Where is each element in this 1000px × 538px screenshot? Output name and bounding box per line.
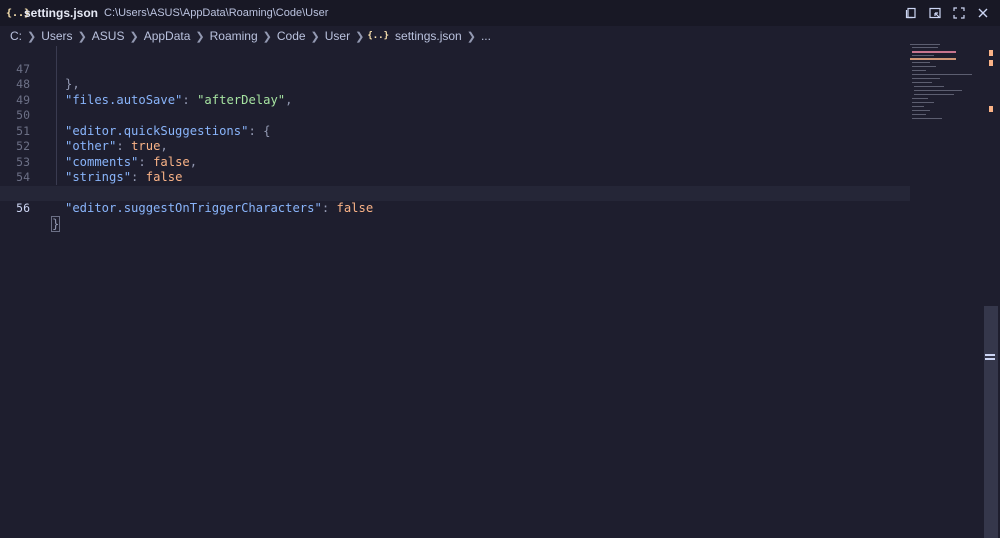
code-line: 53 "strings": false bbox=[0, 139, 910, 185]
current-line: 56 } bbox=[0, 185, 910, 232]
title-bar: {..} settings.json C:\Users\ASUS\AppData… bbox=[0, 0, 1000, 26]
close-icon[interactable] bbox=[976, 6, 990, 20]
cursor-position-marker bbox=[985, 354, 995, 360]
chevron-right-icon: ❯ bbox=[129, 30, 139, 43]
breadcrumb-item[interactable]: ASUS bbox=[90, 29, 127, 43]
code-line: 55 "editor.suggestOnTriggerCharacters": … bbox=[0, 170, 910, 216]
breadcrumb-item[interactable]: Roaming bbox=[208, 29, 260, 43]
chevron-right-icon: ❯ bbox=[195, 30, 205, 43]
title-filename: settings.json bbox=[24, 6, 99, 20]
breadcrumb-item[interactable]: C: bbox=[8, 29, 24, 43]
code-line: 52 "comments": false, bbox=[0, 124, 910, 169]
chevron-right-icon: ❯ bbox=[77, 30, 87, 43]
closing-brace: } bbox=[50, 215, 61, 232]
code-line: 50 "editor.quickSuggestions": { bbox=[0, 93, 910, 138]
json-key: "editor.suggestOnTriggerCharacters" bbox=[65, 201, 322, 215]
code-line: 49 bbox=[0, 77, 910, 107]
window-controls bbox=[904, 0, 990, 26]
maximize-icon[interactable] bbox=[952, 6, 966, 20]
scroll-marker bbox=[989, 106, 993, 112]
code-line: 51 "other": true, bbox=[0, 108, 910, 154]
chevron-right-icon: ❯ bbox=[466, 30, 476, 43]
breadcrumb-more[interactable]: ... bbox=[479, 29, 493, 43]
code-editor[interactable]: 47 }, 48 "files.autoSave": "afterDelay",… bbox=[0, 46, 910, 538]
toggle-layout-icon[interactable] bbox=[928, 6, 942, 20]
code-line: 54 }, bbox=[0, 155, 910, 200]
breadcrumb-item[interactable]: AppData bbox=[142, 29, 193, 43]
vertical-scrollbar[interactable] bbox=[984, 46, 998, 538]
json-value: false bbox=[336, 201, 374, 215]
chevron-right-icon: ❯ bbox=[27, 30, 37, 43]
chevron-right-icon: ❯ bbox=[262, 30, 272, 43]
json-file-icon: {..} bbox=[6, 7, 31, 19]
json-file-icon: {..} bbox=[367, 31, 390, 41]
breadcrumb-item[interactable]: User bbox=[323, 29, 352, 43]
code-line: 48 "files.autoSave": "afterDelay", bbox=[0, 62, 910, 107]
line-number: 56 bbox=[16, 201, 30, 215]
scroll-marker bbox=[989, 60, 993, 66]
chevron-right-icon: ❯ bbox=[355, 30, 365, 43]
scrollbar-thumb[interactable] bbox=[984, 306, 998, 538]
code-line: 47 }, bbox=[0, 46, 910, 92]
minimap[interactable] bbox=[908, 42, 984, 142]
breadcrumb-file[interactable]: settings.json bbox=[393, 29, 464, 43]
scroll-marker bbox=[989, 50, 993, 56]
title-path: C:\Users\ASUS\AppData\Roaming\Code\User bbox=[104, 7, 329, 19]
chevron-right-icon: ❯ bbox=[310, 30, 320, 43]
breadcrumb-item[interactable]: Users bbox=[39, 29, 74, 43]
open-changes-icon[interactable] bbox=[904, 6, 918, 20]
breadcrumb-item[interactable]: Code bbox=[275, 29, 308, 43]
breadcrumb: C: ❯ Users ❯ ASUS ❯ AppData ❯ Roaming ❯ … bbox=[0, 26, 1000, 46]
